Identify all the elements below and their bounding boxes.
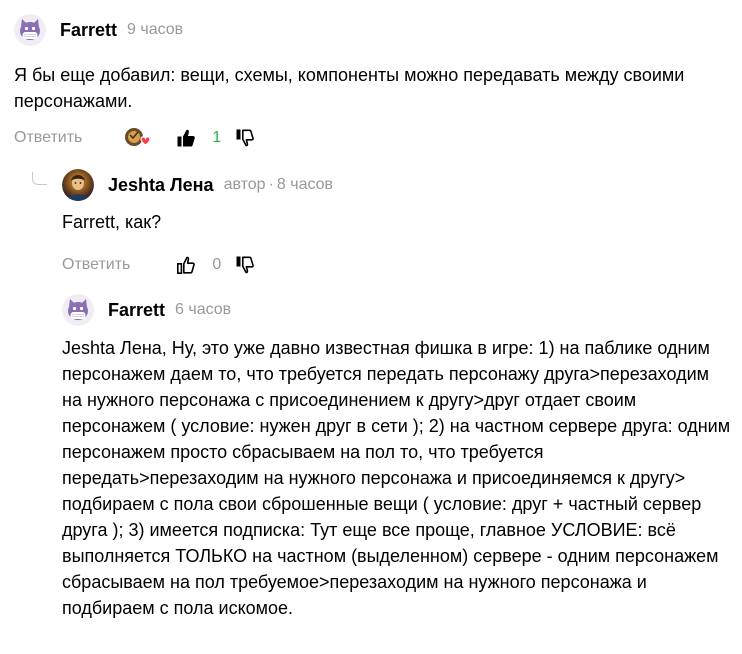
like-button[interactable] <box>176 255 196 275</box>
reply-button[interactable]: Ответить <box>14 129 82 147</box>
comment-actions: Ответить 1 <box>14 124 734 152</box>
reactions-button[interactable] <box>124 126 154 150</box>
comment: Farrett 9 часов Я бы еще добавил: вещи, … <box>14 13 734 152</box>
comment-text: Я бы еще добавил: вещи, схемы, компонент… <box>14 65 685 111</box>
like-button[interactable] <box>176 128 196 148</box>
thumbs-up-icon <box>177 256 196 274</box>
reply-thread-connector <box>32 172 47 185</box>
avatar[interactable] <box>62 169 94 201</box>
author-name[interactable]: Jeshta Лена <box>108 175 214 196</box>
comment-reply: Farrett 6 часов Jeshta Лена, Ну, это уже… <box>62 293 738 621</box>
comment-actions: Ответить 0 <box>62 251 732 279</box>
comment-time: 8 часов <box>276 176 334 193</box>
comment-time: 9 часов <box>127 21 184 38</box>
comment-time: 6 часов <box>175 301 232 318</box>
author-name[interactable]: Farrett <box>108 300 165 321</box>
masked-cat-avatar-icon <box>14 14 46 46</box>
comment-text: Farrett, как? <box>62 212 162 232</box>
dislike-button[interactable] <box>235 128 255 148</box>
thumbs-down-icon <box>236 256 255 274</box>
comment-reply: Jeshta Лена автор · 8 часов Farrett, как… <box>62 168 732 279</box>
reactions-icon <box>125 128 151 146</box>
painting-avatar-icon <box>62 169 94 201</box>
thumbs-down-icon <box>236 129 255 147</box>
like-count: 1 <box>212 129 222 146</box>
thumbs-up-filled-icon <box>177 129 196 147</box>
author-badge: автор <box>223 176 266 193</box>
masked-cat-avatar-icon <box>62 294 94 326</box>
like-count: 0 <box>212 256 222 273</box>
comment-header: Jeshta Лена автор · 8 часов <box>62 168 732 202</box>
meta-separator: · <box>268 176 274 193</box>
comment-text: Jeshta Лена, Ну, это уже давно известная… <box>62 338 731 618</box>
comment-header: Farrett 9 часов <box>14 13 734 47</box>
avatar[interactable] <box>62 294 94 326</box>
dislike-button[interactable] <box>235 255 255 275</box>
reply-button[interactable]: Ответить <box>62 256 130 274</box>
avatar[interactable] <box>14 14 46 46</box>
author-name[interactable]: Farrett <box>60 20 117 41</box>
comment-header: Farrett 6 часов <box>62 293 738 327</box>
